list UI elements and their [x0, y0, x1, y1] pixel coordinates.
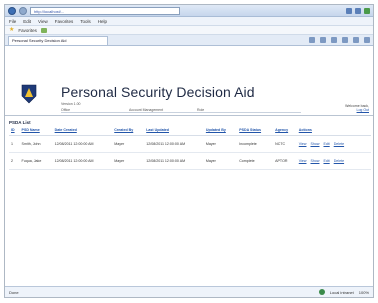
cell-updated-by: Mayer	[203, 135, 238, 153]
column-header-status[interactable]: PSDA Status	[237, 126, 274, 136]
shield-logo-icon	[21, 84, 37, 104]
cell-name: Fuqua, Jake	[19, 152, 53, 170]
cell-updated: 12/08/2011 12:00:00 AM	[144, 135, 204, 153]
column-header-last-updated[interactable]: Last Updated	[144, 126, 204, 136]
column-header-updated-by[interactable]: Updated By	[203, 126, 238, 136]
tab-psda[interactable]: Personal Security Decision Aid	[8, 35, 108, 45]
cell-created-by: Mayer	[112, 135, 145, 153]
feeds-icon[interactable]	[320, 37, 326, 43]
menu-help[interactable]: Help	[98, 19, 107, 24]
zone-text: Local intranet	[329, 289, 354, 295]
list-caption: PSDA List	[9, 120, 31, 125]
cell-agency: NCTC	[273, 135, 297, 153]
column-header-name[interactable]: PSD Name	[19, 126, 53, 136]
menu-view[interactable]: View	[38, 19, 48, 24]
add-favorite-icon[interactable]	[40, 27, 47, 33]
browser-window: http://localhost/... File Edit View Favo…	[4, 4, 374, 298]
globe-icon	[318, 289, 325, 295]
cell-id: 2	[9, 152, 20, 170]
menu-favorites[interactable]: Favorites	[55, 19, 74, 24]
status-bar: Done Local intranet 100%	[5, 286, 373, 297]
column-header-actions: Actions	[296, 126, 371, 136]
cell-id: 1	[9, 135, 20, 153]
menu-edit[interactable]: Edit	[23, 19, 31, 24]
logout-link[interactable]: Log Out	[345, 108, 369, 112]
menu-tools[interactable]: Tools	[80, 19, 91, 24]
cell-updated-by: Mayer	[203, 152, 238, 170]
browser-address-bar-row: http://localhost/...	[5, 5, 373, 17]
edit-link[interactable]: Edit	[323, 159, 329, 163]
home-icon[interactable]	[309, 37, 315, 43]
cell-status: Complete	[237, 152, 274, 170]
table-header-row: ID PSD Name Date Created Created By Last…	[9, 126, 371, 136]
favorites-star-icon[interactable]: ★	[9, 27, 14, 33]
forward-button[interactable]	[19, 6, 27, 15]
edit-link[interactable]: Edit	[323, 142, 329, 146]
favorites-label[interactable]: Favorites	[18, 28, 37, 33]
cell-actions: View Show Edit Delete	[296, 152, 371, 170]
delete-link[interactable]: Delete	[334, 159, 344, 163]
address-input[interactable]: http://localhost/...	[30, 6, 180, 15]
show-link[interactable]: Show	[310, 159, 319, 163]
refresh-icon[interactable]	[346, 7, 352, 14]
version-text: Version 1.00	[61, 102, 81, 106]
status-zone: Local intranet 100%	[318, 289, 369, 295]
page-menu-icon[interactable]	[342, 37, 348, 43]
psda-table: ID PSD Name Date Created Created By Last…	[9, 126, 371, 170]
back-button[interactable]	[8, 6, 16, 15]
view-link[interactable]: View	[299, 159, 307, 163]
menu-bar: File Edit View Favorites Tools Help	[5, 17, 373, 26]
favorites-bar: ★ Favorites	[5, 26, 373, 35]
cell-status: Incomplete	[237, 135, 274, 153]
cell-actions: View Show Edit Delete	[296, 135, 371, 153]
cell-agency: APTOR	[273, 152, 297, 170]
help-icon[interactable]	[364, 37, 370, 43]
page-content: Personal Security Decision Aid Version 1…	[5, 46, 373, 288]
show-link[interactable]: Show	[310, 142, 319, 146]
cell-created-by: Mayer	[112, 152, 145, 170]
tools-menu-icon[interactable]	[353, 37, 359, 43]
cell-name: Smith, John	[19, 135, 53, 153]
column-header-id[interactable]: ID	[9, 126, 20, 136]
cell-updated: 12/08/2011 12:00:00 AM	[144, 152, 204, 170]
stop-icon[interactable]	[355, 7, 361, 14]
column-header-date-created[interactable]: Date Created	[52, 126, 113, 136]
address-tools	[346, 7, 370, 14]
user-panel: Welcome back, Log Out	[345, 104, 369, 112]
status-text: Done	[9, 289, 19, 295]
search-icon[interactable]	[364, 7, 370, 14]
column-header-agency[interactable]: Agency	[273, 126, 297, 136]
delete-link[interactable]: Delete	[334, 142, 344, 146]
command-bar	[309, 37, 373, 43]
tab-bar: Personal Security Decision Aid	[5, 35, 373, 46]
header-divider	[61, 112, 301, 113]
zoom-level[interactable]: 100%	[359, 290, 369, 295]
page-title: Personal Security Decision Aid	[61, 84, 255, 100]
table-row: 1 Smith, John 12/08/2011 12:00:00 AM May…	[9, 135, 371, 153]
app-header: Personal Security Decision Aid Version 1…	[5, 46, 373, 116]
view-link[interactable]: View	[299, 142, 307, 146]
column-header-created-by[interactable]: Created By	[112, 126, 145, 136]
menu-file[interactable]: File	[9, 19, 16, 24]
print-icon[interactable]	[331, 37, 337, 43]
cell-created: 12/08/2011 12:00:00 AM	[52, 135, 113, 153]
table-row: 2 Fuqua, Jake 12/08/2011 12:00:00 AM May…	[9, 152, 371, 170]
cell-created: 12/08/2011 12:00:00 AM	[52, 152, 113, 170]
